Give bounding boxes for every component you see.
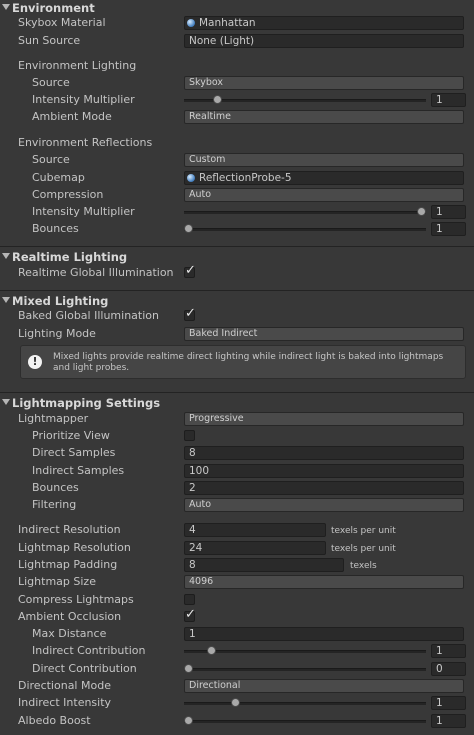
checkmark-icon: ✓ — [185, 263, 196, 278]
lightmap-resolution-label: Lightmap Resolution — [18, 541, 131, 554]
lighting-mode-label: Lighting Mode — [18, 327, 96, 340]
albedo-boost-slider[interactable] — [184, 720, 426, 723]
section-divider — [0, 290, 474, 291]
info-helpbox: ! Mixed lights provide realtime direct l… — [20, 345, 466, 379]
sun-source-label: Sun Source — [18, 34, 81, 47]
baked-gi-label: Baked Global Illumination — [18, 309, 159, 322]
indirect-resolution-label: Indirect Resolution — [18, 523, 121, 536]
refl-intensity-slider[interactable] — [184, 211, 426, 214]
filtering-dropdown[interactable]: Auto — [184, 498, 464, 512]
foldout-arrow-icon[interactable] — [2, 253, 10, 259]
indirect-intensity-label: Indirect Intensity — [18, 696, 112, 709]
indirect-resolution-field[interactable]: 4 — [184, 523, 326, 537]
prioritize-view-checkbox[interactable]: ✓ — [184, 430, 195, 441]
refl-source-label: Source — [32, 153, 70, 166]
skybox-material-label: Skybox Material — [18, 16, 106, 29]
ambient-occlusion-label: Ambient Occlusion — [18, 610, 122, 623]
section-divider — [0, 246, 474, 247]
cubemap-field[interactable]: ReflectionProbe-5 — [184, 171, 464, 185]
ambient-occlusion-checkbox[interactable]: ✓ — [184, 607, 196, 622]
lighting-mode-dropdown[interactable]: Baked Indirect — [184, 327, 464, 341]
compress-lightmaps-label: Compress Lightmaps — [18, 593, 134, 606]
realtime-gi-checkbox[interactable]: ✓ — [184, 263, 196, 278]
info-icon: ! — [28, 355, 42, 369]
lightmap-size-dropdown[interactable]: 4096 — [184, 575, 464, 589]
compress-lightmaps-checkbox[interactable]: ✓ — [184, 594, 195, 605]
refl-intensity-value[interactable]: 1 — [431, 205, 466, 219]
compression-label: Compression — [32, 188, 104, 201]
sun-source-field[interactable]: None (Light) — [184, 34, 464, 48]
env-source-label: Source — [32, 76, 70, 89]
compression-dropdown[interactable]: Auto — [184, 188, 464, 202]
max-distance-field[interactable]: 1 — [184, 627, 464, 641]
env-source-dropdown[interactable]: Skybox — [184, 76, 464, 90]
realtime-gi-label: Realtime Global Illumination — [18, 266, 174, 279]
directional-mode-label: Directional Mode — [18, 679, 111, 692]
skybox-material-field[interactable]: Manhattan — [184, 16, 464, 30]
lm-bounces-label: Bounces — [32, 481, 79, 494]
ambient-mode-dropdown[interactable]: Realtime — [184, 110, 464, 124]
indirect-samples-field[interactable]: 100 — [184, 464, 464, 478]
foldout-arrow-icon[interactable] — [2, 4, 10, 10]
indirect-resolution-unit: texels per unit — [331, 526, 396, 536]
checkmark-icon: ✓ — [185, 607, 196, 622]
section-title-lightmapping-settings[interactable]: Lightmapping Settings — [12, 396, 160, 410]
section-title-environment[interactable]: Environment — [12, 1, 95, 15]
foldout-arrow-icon[interactable] — [2, 297, 10, 303]
refl-bounces-slider[interactable] — [184, 228, 426, 231]
lightmap-size-label: Lightmap Size — [18, 575, 96, 588]
albedo-boost-slider-thumb[interactable] — [184, 716, 193, 725]
direct-samples-label: Direct Samples — [32, 446, 116, 459]
ambient-mode-label: Ambient Mode — [32, 110, 112, 123]
directional-mode-dropdown[interactable]: Directional — [184, 679, 464, 693]
direct-contribution-slider-thumb[interactable] — [184, 664, 193, 673]
lm-bounces-field[interactable]: 2 — [184, 481, 464, 495]
section-divider — [0, 392, 474, 393]
section-title-mixed-lighting[interactable]: Mixed Lighting — [12, 294, 108, 308]
environment-lighting-header: Environment Lighting — [18, 59, 137, 72]
lightmap-padding-field[interactable]: 8 — [184, 558, 344, 572]
env-intensity-label: Intensity Multiplier — [32, 93, 135, 106]
prioritize-view-label: Prioritize View — [32, 429, 110, 442]
indirect-intensity-value[interactable]: 1 — [431, 696, 466, 710]
foldout-arrow-icon[interactable] — [2, 399, 10, 405]
filtering-label: Filtering — [32, 498, 77, 511]
section-title-realtime-lighting[interactable]: Realtime Lighting — [12, 250, 127, 264]
lightmap-resolution-field[interactable]: 24 — [184, 541, 326, 555]
info-text: Mixed lights provide realtime direct lig… — [53, 352, 444, 373]
direct-contribution-label: Direct Contribution — [32, 662, 137, 675]
cubemap-label: Cubemap — [32, 171, 85, 184]
lightmap-resolution-unit: texels per unit — [331, 544, 396, 554]
lightmap-padding-unit: texels — [350, 561, 377, 571]
cubemap-icon — [187, 174, 195, 182]
direct-contribution-slider[interactable] — [184, 668, 426, 671]
max-distance-label: Max Distance — [32, 627, 107, 640]
refl-bounces-label: Bounces — [32, 222, 79, 235]
indirect-contribution-slider-thumb[interactable] — [207, 646, 217, 655]
indirect-contribution-label: Indirect Contribution — [32, 644, 146, 657]
indirect-intensity-slider-thumb[interactable] — [230, 698, 240, 707]
albedo-boost-value[interactable]: 1 — [431, 714, 466, 728]
lightmap-padding-label: Lightmap Padding — [18, 558, 118, 571]
lightmapper-label: Lightmapper — [18, 412, 89, 425]
refl-intensity-label: Intensity Multiplier — [32, 205, 135, 218]
albedo-boost-label: Albedo Boost — [18, 714, 91, 727]
env-intensity-value[interactable]: 1 — [431, 93, 466, 107]
environment-reflections-header: Environment Reflections — [18, 136, 153, 149]
checkmark-icon: ✓ — [185, 306, 196, 321]
direct-contribution-value[interactable]: 0 — [431, 662, 466, 676]
material-icon — [187, 19, 195, 27]
lightmapper-dropdown[interactable]: Progressive — [184, 412, 464, 426]
indirect-intensity-slider[interactable] — [184, 702, 426, 705]
refl-bounces-value[interactable]: 1 — [431, 222, 466, 236]
indirect-contribution-slider[interactable] — [184, 650, 426, 653]
direct-samples-field[interactable]: 8 — [184, 446, 464, 460]
baked-gi-checkbox[interactable]: ✓ — [184, 306, 196, 321]
indirect-contribution-value[interactable]: 1 — [431, 644, 466, 658]
refl-intensity-slider-thumb[interactable] — [417, 207, 426, 216]
indirect-samples-label: Indirect Samples — [32, 464, 125, 477]
refl-bounces-slider-thumb[interactable] — [184, 224, 193, 233]
refl-source-dropdown[interactable]: Custom — [184, 153, 464, 167]
env-intensity-slider-thumb[interactable] — [213, 95, 223, 104]
